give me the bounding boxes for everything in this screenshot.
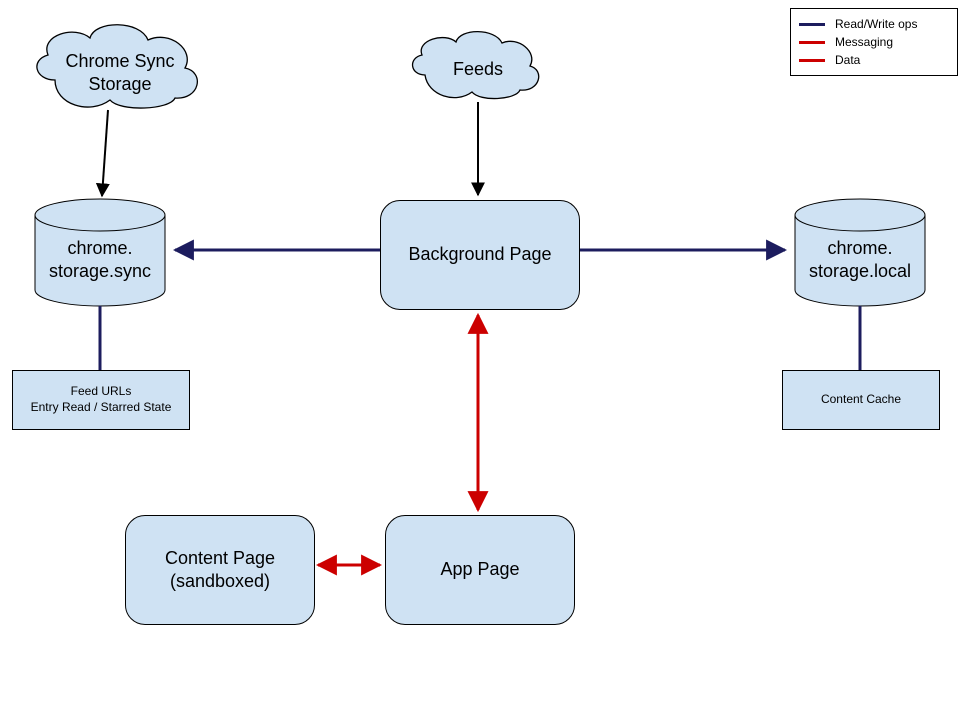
legend-swatch-readwrite [799, 23, 825, 26]
db-local-label: chrome.storage.local [795, 237, 925, 284]
node-content-cache-label: Content Cache [815, 392, 907, 408]
node-content-page: Content Page(sandboxed) [125, 515, 315, 625]
node-background-page-label: Background Page [402, 243, 557, 266]
node-app-page-label: App Page [434, 558, 525, 581]
edge-cloud-to-syncdb [102, 110, 108, 196]
cloud-sync-label: Chrome SyncStorage [60, 50, 180, 95]
legend-label-messaging: Messaging [835, 35, 893, 49]
node-content-page-label: Content Page(sandboxed) [159, 547, 281, 594]
cloud-feeds-label: Feeds [438, 58, 518, 81]
node-feed-urls: Feed URLsEntry Read / Starred State [12, 370, 190, 430]
legend-row-readwrite: Read/Write ops [799, 15, 947, 33]
legend-swatch-messaging [799, 41, 825, 44]
node-content-cache: Content Cache [782, 370, 940, 430]
node-feed-urls-label: Feed URLsEntry Read / Starred State [25, 384, 178, 415]
legend-label-data: Data [835, 53, 860, 67]
db-sync-label: chrome.storage.sync [35, 237, 165, 284]
node-background-page: Background Page [380, 200, 580, 310]
legend-row-messaging: Messaging [799, 33, 947, 51]
legend-swatch-data [799, 59, 825, 62]
legend-row-data: Data [799, 51, 947, 69]
legend-label-readwrite: Read/Write ops [835, 17, 917, 31]
node-app-page: App Page [385, 515, 575, 625]
legend: Read/Write ops Messaging Data [790, 8, 958, 76]
